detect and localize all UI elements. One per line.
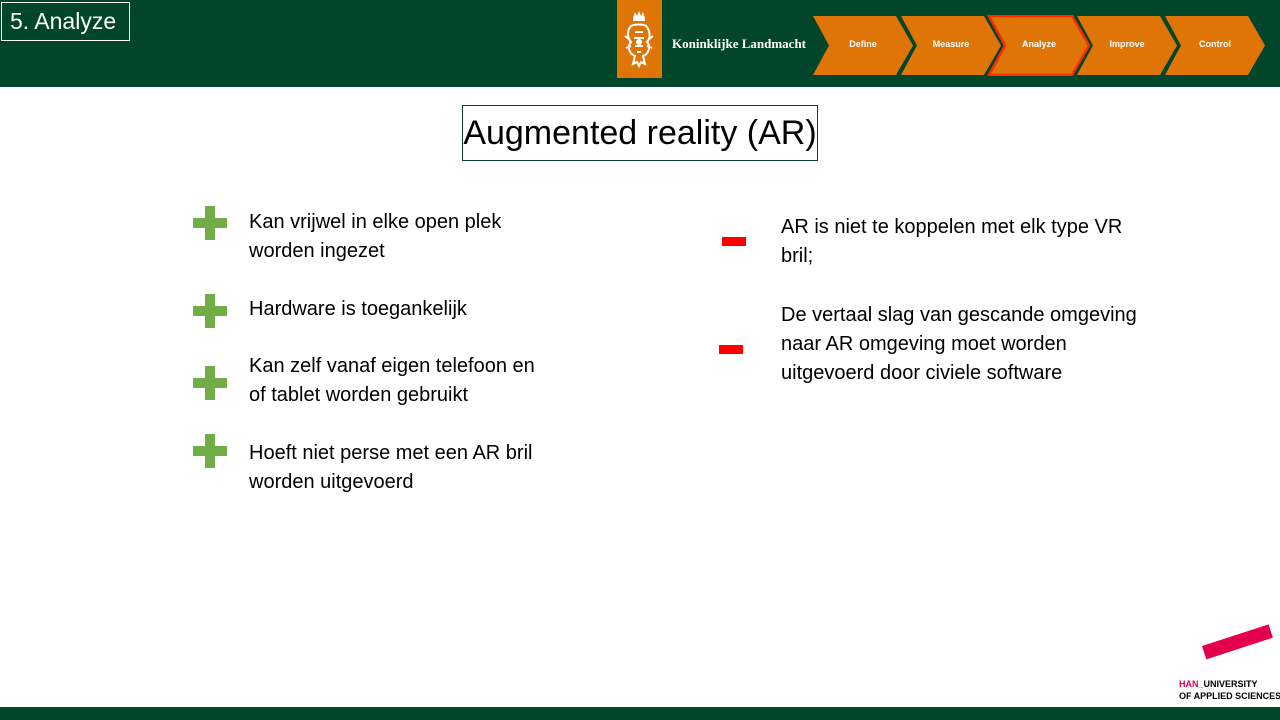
con-item-line: De vertaal slag van gescande omgeving: [781, 304, 1137, 326]
han-university-logo: HAN_UNIVERSITY OF APPLIED SCIENCES: [1175, 624, 1280, 706]
org-name: Koninklijke Landmacht: [672, 36, 807, 51]
pro-item-line: Hoeft niet perse met een AR bril: [249, 442, 533, 464]
plus-icon: [193, 294, 227, 328]
con-item: De vertaal slag van gescande omgeving na…: [781, 301, 1137, 388]
header-bar: 5. Analyze Koninklijke Landmacht Define …: [0, 0, 1280, 87]
con-item: AR is niet te koppelen met elk type VR b…: [781, 213, 1122, 271]
con-item-line: naar AR omgeving moet worden: [781, 333, 1067, 355]
plus-icon: [193, 366, 227, 400]
step-control-label: Control: [1199, 39, 1231, 49]
step-improve-label: Improve: [1109, 39, 1145, 49]
pro-item: Kan vrijwel in elke open plek worden ing…: [249, 208, 501, 266]
pro-item: Kan zelf vanaf eigen telefoon en of tabl…: [249, 352, 535, 410]
pro-item-line: Kan zelf vanaf eigen telefoon en: [249, 355, 535, 377]
con-item-line: uitgevoerd door civiele software: [781, 362, 1063, 384]
pro-item: Hardware is toegankelijk: [249, 295, 467, 324]
footer-bar: [0, 707, 1280, 720]
pro-item-line: Hardware is toegankelijk: [249, 298, 467, 320]
han-line2: OF APPLIED SCIENCES: [1179, 691, 1280, 701]
pro-item-line: Kan vrijwel in elke open plek: [249, 211, 502, 233]
minus-icon: [719, 345, 743, 354]
plus-icon: [193, 206, 227, 240]
pro-item-line: worden uitgevoerd: [249, 471, 414, 493]
step-measure-label: Measure: [932, 39, 970, 49]
step-analyze-label: Analyze: [1021, 39, 1056, 49]
plus-icon: [193, 434, 227, 468]
han-logo-bar: [1202, 624, 1273, 660]
pro-item-line: worden ingezet: [249, 240, 385, 262]
crest-logo: [617, 0, 662, 78]
con-item-line: bril;: [781, 245, 814, 267]
pro-item-line: of tablet worden gebruikt: [249, 384, 469, 406]
han-brand: HAN_: [1179, 679, 1204, 689]
slide-title: Augmented reality (AR): [462, 105, 818, 161]
han-line1: UNIVERSITY: [1203, 679, 1258, 689]
pro-item: Hoeft niet perse met een AR bril worden …: [249, 439, 532, 497]
con-item-line: AR is niet te koppelen met elk type VR: [781, 216, 1123, 238]
step-define-label: Define: [849, 39, 877, 49]
minus-icon: [722, 237, 746, 246]
dmaic-process-bar: Define Measure Analyze Improve Control: [812, 14, 1267, 77]
lion-crest-icon: [624, 11, 654, 69]
section-label: 5. Analyze: [1, 2, 130, 41]
